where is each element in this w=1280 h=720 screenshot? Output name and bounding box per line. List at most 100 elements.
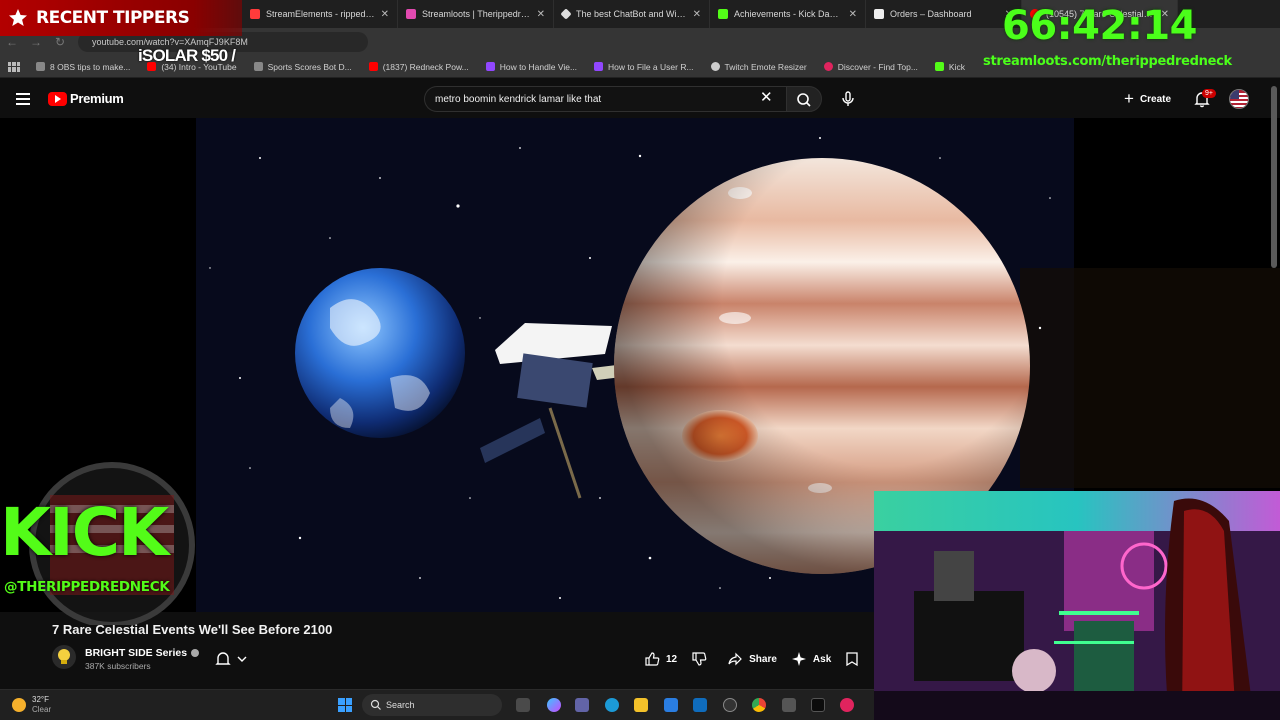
bookmark-sports-scores[interactable]: Sports Scores Bot D... bbox=[253, 61, 352, 72]
kick-overlay: KICK @THERIPPEDREDNECK bbox=[0, 435, 226, 625]
task-view-icon[interactable] bbox=[516, 698, 530, 712]
bookmark-discover[interactable]: Discover - Find Top... bbox=[823, 62, 918, 72]
bookmark-icon bbox=[846, 652, 858, 667]
weather-condition: Clear bbox=[32, 705, 52, 714]
bookmark-handle-viewers[interactable]: How to Handle Vie... bbox=[485, 61, 578, 72]
bookmark-kick[interactable]: Kick bbox=[934, 61, 965, 72]
create-button[interactable]: + Create bbox=[1124, 89, 1171, 109]
tab-chatbot[interactable]: The best ChatBot and Widgets ✕ bbox=[554, 0, 710, 28]
plus-icon: + bbox=[1124, 89, 1134, 108]
moon-weather-icon bbox=[12, 698, 26, 712]
channel-name-text: BRIGHT SIDE Series bbox=[85, 647, 188, 659]
ask-button[interactable]: Ask bbox=[791, 651, 831, 667]
youtube-premium-logo[interactable]: Premium bbox=[48, 91, 124, 106]
bookmark-label: Twitch Emote Resizer bbox=[724, 61, 807, 72]
like-button[interactable]: 12 bbox=[644, 651, 677, 667]
audio-app-icon[interactable] bbox=[840, 698, 854, 712]
forward-arrow-icon[interactable]: → bbox=[24, 35, 48, 49]
store-icon[interactable] bbox=[664, 698, 678, 712]
search-icon bbox=[370, 699, 381, 710]
bell-chevron-icon bbox=[215, 652, 247, 665]
reload-icon[interactable]: ↻ bbox=[48, 35, 72, 49]
close-icon[interactable]: ✕ bbox=[381, 9, 389, 20]
windows-start-icon[interactable] bbox=[338, 698, 352, 712]
bookmark-obs-tips[interactable]: 8 OBS tips to make... bbox=[36, 62, 130, 72]
logo-word: Premium bbox=[70, 91, 124, 106]
search-input[interactable]: metro boomin kendrick lamar like that bbox=[424, 86, 786, 112]
outlook-icon[interactable] bbox=[693, 698, 707, 712]
youtube-masthead: Premium metro boomin kendrick lamar like… bbox=[0, 80, 1280, 118]
close-icon[interactable]: ✕ bbox=[537, 9, 545, 20]
page-scrollbar[interactable] bbox=[1271, 86, 1277, 268]
subscriber-count: 387K subscribers bbox=[85, 661, 151, 671]
ask-label: Ask bbox=[812, 653, 832, 665]
verified-check-icon bbox=[191, 649, 200, 657]
terminal-icon[interactable] bbox=[811, 698, 825, 712]
recent-tippers-banner: RECENT TIPPERS bbox=[0, 0, 242, 36]
tab-title: The best ChatBot and Widgets bbox=[576, 9, 687, 19]
twitch-icon bbox=[594, 62, 604, 71]
copilot-icon[interactable] bbox=[547, 698, 561, 712]
webcam-scene bbox=[874, 491, 1280, 720]
recent-tippers-label: RECENT TIPPERS bbox=[36, 8, 190, 28]
youtube-icon bbox=[368, 62, 378, 71]
tab-streamelements[interactable]: StreamElements - rippedredneck ✕ bbox=[242, 0, 398, 28]
account-avatar[interactable] bbox=[1229, 89, 1249, 109]
share-button[interactable]: Share bbox=[727, 651, 777, 667]
file-explorer-icon[interactable] bbox=[634, 698, 648, 712]
close-icon[interactable]: ✕ bbox=[693, 9, 701, 20]
save-button[interactable] bbox=[845, 651, 865, 667]
app-icon[interactable] bbox=[782, 698, 796, 712]
twitch-icon bbox=[485, 62, 495, 71]
tab-title: Achievements - Kick Dashboard bbox=[734, 9, 843, 19]
hamburger-menu-icon[interactable] bbox=[16, 93, 30, 105]
clear-search-icon[interactable]: ✕ bbox=[760, 90, 773, 106]
create-label: Create bbox=[1139, 93, 1172, 105]
tab-title: Orders – Dashboard bbox=[890, 9, 972, 19]
notification-settings-button[interactable] bbox=[214, 650, 250, 673]
sparkle-icon bbox=[791, 652, 806, 666]
back-arrow-icon[interactable]: ← bbox=[0, 35, 24, 49]
tab-streamloots[interactable]: Streamloots | Therippedredneck ✕ bbox=[398, 0, 554, 28]
bookmark-file-user-report[interactable]: How to File a User R... bbox=[594, 62, 694, 72]
webcam-feed bbox=[874, 491, 1280, 720]
thumbs-up-icon bbox=[645, 652, 660, 666]
dislike-button[interactable] bbox=[691, 651, 713, 667]
bookmark-label: 8 OBS tips to make... bbox=[50, 61, 131, 72]
teams-icon[interactable] bbox=[575, 698, 589, 712]
bookmark-emote-resizer[interactable]: Twitch Emote Resizer bbox=[710, 61, 807, 72]
tab-orders[interactable]: Orders – Dashboard ✕ bbox=[866, 0, 1022, 28]
search-button[interactable] bbox=[786, 86, 822, 112]
taskbar-search-label: Search bbox=[386, 700, 415, 710]
thumbs-down-icon bbox=[692, 652, 707, 666]
chatbot-icon bbox=[560, 8, 572, 20]
bookmark-label: Sports Scores Bot D... bbox=[267, 61, 352, 72]
obs-icon[interactable] bbox=[723, 698, 737, 712]
apps-grid-icon[interactable] bbox=[8, 61, 20, 72]
kick-handle: @THERIPPEDREDNECK bbox=[4, 579, 170, 595]
voice-search-button[interactable] bbox=[835, 86, 861, 112]
tab-title: Streamloots | Therippedredneck bbox=[422, 9, 531, 19]
channel-name[interactable]: BRIGHT SIDE Series bbox=[85, 647, 200, 659]
notification-badge: 9+ bbox=[1202, 89, 1216, 98]
tab-kick-dashboard[interactable]: Achievements - Kick Dashboard ✕ bbox=[710, 0, 866, 28]
channel-avatar[interactable] bbox=[52, 645, 76, 669]
bookmark-redneck-pow[interactable]: (1837) Redneck Pow... bbox=[368, 61, 469, 72]
bookmark-icon bbox=[36, 62, 45, 71]
taskbar-search[interactable]: Search bbox=[362, 694, 502, 716]
streamloots-icon bbox=[406, 9, 416, 19]
bookmark-label: Kick bbox=[948, 61, 965, 72]
share-arrow-icon bbox=[728, 652, 742, 666]
chrome-icon[interactable] bbox=[752, 698, 766, 712]
bookmark-label: How to File a User R... bbox=[608, 61, 694, 72]
subathon-timer: 66:42:14 bbox=[1002, 3, 1197, 49]
weather-widget[interactable]: 32°F Clear bbox=[12, 695, 51, 715]
edge-icon[interactable] bbox=[605, 698, 619, 712]
kick-icon bbox=[934, 62, 944, 71]
weather-temp: 32°F bbox=[32, 695, 49, 704]
microphone-icon bbox=[842, 91, 854, 106]
bookmark-label: (1837) Redneck Pow... bbox=[382, 61, 469, 72]
close-icon[interactable]: ✕ bbox=[849, 9, 857, 20]
orders-icon bbox=[874, 9, 884, 19]
bookmark-label: How to Handle Vie... bbox=[499, 61, 578, 72]
